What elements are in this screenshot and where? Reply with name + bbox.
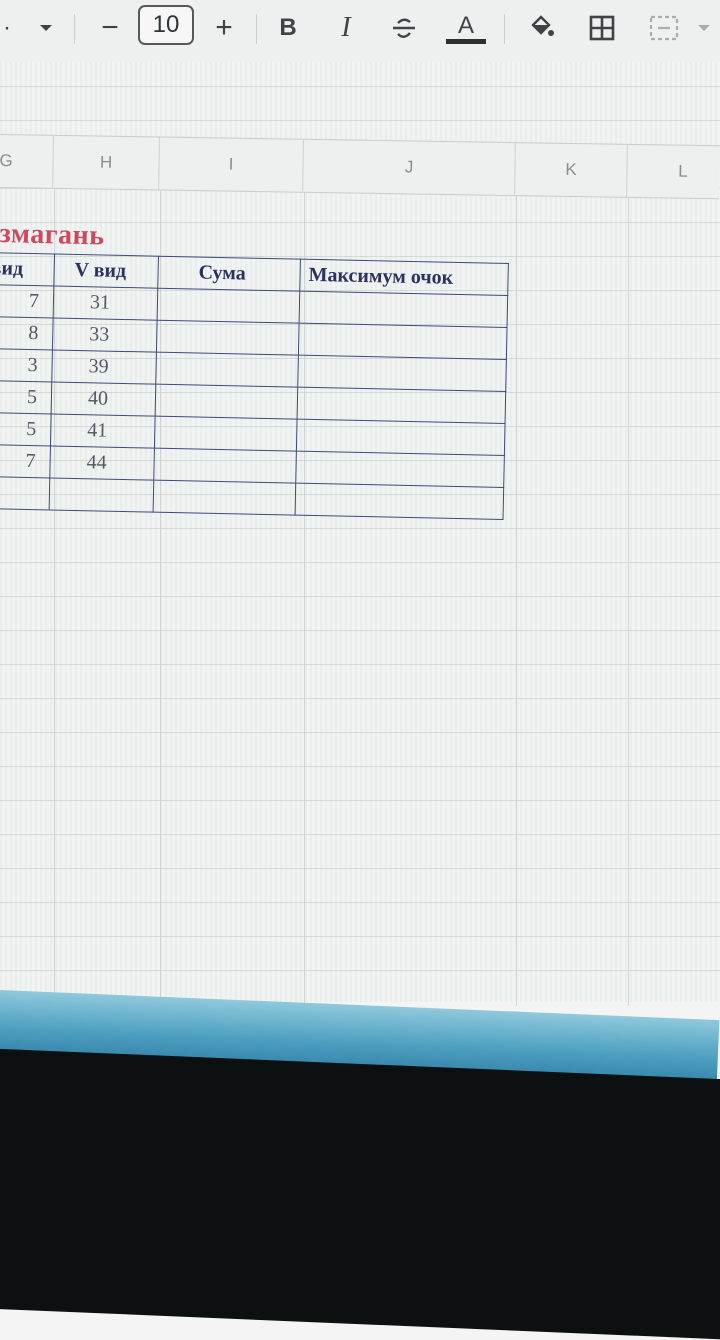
- table-cell[interactable]: [0, 476, 50, 510]
- table-cell[interactable]: 41: [50, 413, 156, 449]
- column-header-row: G H I J K L: [0, 134, 720, 200]
- table-cell[interactable]: [154, 416, 298, 452]
- paint-bucket-icon: [531, 15, 554, 36]
- column-header-i[interactable]: I: [159, 137, 304, 192]
- font-size-input[interactable]: 10: [138, 5, 194, 45]
- strikethrough-icon: [393, 18, 415, 38]
- borders-icon: [589, 15, 615, 41]
- column-header-h[interactable]: H: [53, 135, 160, 190]
- header-cell[interactable]: Максимум очок: [299, 259, 509, 296]
- toolbar-divider: [256, 14, 257, 44]
- table-cell[interactable]: [297, 355, 507, 392]
- text-color-bar: [446, 38, 486, 44]
- increase-font-size-button[interactable]: +: [206, 8, 242, 48]
- borders-button[interactable]: [584, 8, 620, 48]
- table-cell[interactable]: [295, 451, 505, 488]
- table-cell[interactable]: [157, 288, 300, 324]
- table-cell[interactable]: [153, 448, 297, 484]
- italic-button[interactable]: I: [330, 8, 362, 48]
- grid-line: [628, 186, 629, 1006]
- toolbar-divider: [74, 14, 75, 44]
- column-header-j[interactable]: J: [303, 139, 516, 196]
- strikethrough-button[interactable]: [386, 8, 422, 48]
- font-dropdown-arrow[interactable]: [34, 8, 58, 48]
- table-cell[interactable]: [155, 352, 299, 388]
- table-cell[interactable]: 44: [49, 445, 155, 481]
- text-color-letter: A: [457, 11, 474, 39]
- chevron-down-icon: [698, 25, 710, 31]
- merge-cells-button[interactable]: [644, 8, 684, 48]
- toolbar-divider: [504, 14, 505, 44]
- table-cell[interactable]: [156, 320, 300, 356]
- merge-dropdown-arrow[interactable]: [692, 8, 716, 48]
- table-cell[interactable]: 5: [0, 412, 52, 446]
- column-header-g[interactable]: G: [0, 134, 54, 188]
- table-cell[interactable]: [155, 384, 298, 420]
- fill-color-button[interactable]: [522, 8, 558, 48]
- column-header-l[interactable]: L: [627, 144, 720, 199]
- grid-line: [516, 186, 517, 1006]
- text-color-button[interactable]: A: [444, 8, 488, 48]
- chevron-down-icon: [40, 25, 52, 31]
- table-cell[interactable]: 3: [0, 348, 53, 382]
- table-title[interactable]: змагань: [0, 218, 105, 253]
- table-cell[interactable]: 33: [52, 318, 158, 353]
- table-cell[interactable]: 7: [0, 444, 51, 478]
- table-cell[interactable]: [297, 387, 506, 424]
- table-cell[interactable]: 7: [0, 284, 54, 319]
- table-cell[interactable]: [298, 323, 508, 360]
- table-cell[interactable]: [295, 483, 504, 520]
- table-cell[interactable]: 8: [0, 316, 54, 350]
- dot-icon: ·: [3, 14, 11, 41]
- bold-button[interactable]: B: [272, 8, 304, 48]
- results-table: вид V вид Сума Максимум очок 7 31 8 33 3 39 5 4…: [0, 252, 509, 520]
- table-cell[interactable]: [299, 291, 508, 328]
- merge-cells-icon: [649, 15, 679, 41]
- table-cell[interactable]: 40: [51, 381, 156, 417]
- table-cell[interactable]: [296, 419, 506, 456]
- table-cell[interactable]: 31: [53, 286, 158, 321]
- table-cell[interactable]: 5: [0, 380, 52, 414]
- header-cell[interactable]: V вид: [53, 254, 159, 289]
- decrease-font-size-button[interactable]: −: [92, 8, 128, 48]
- table-cell[interactable]: [153, 480, 296, 516]
- header-cell[interactable]: Сума: [157, 256, 301, 292]
- header-cell[interactable]: вид: [0, 252, 55, 287]
- formatting-toolbar: · − 10 + B I A: [0, 0, 720, 62]
- table-cell[interactable]: [49, 477, 154, 513]
- column-header-k[interactable]: K: [515, 143, 628, 197]
- spreadsheet-grid[interactable]: [0, 62, 720, 1002]
- table-cell[interactable]: 39: [51, 349, 157, 385]
- monitor-bezel: [0, 1048, 720, 1340]
